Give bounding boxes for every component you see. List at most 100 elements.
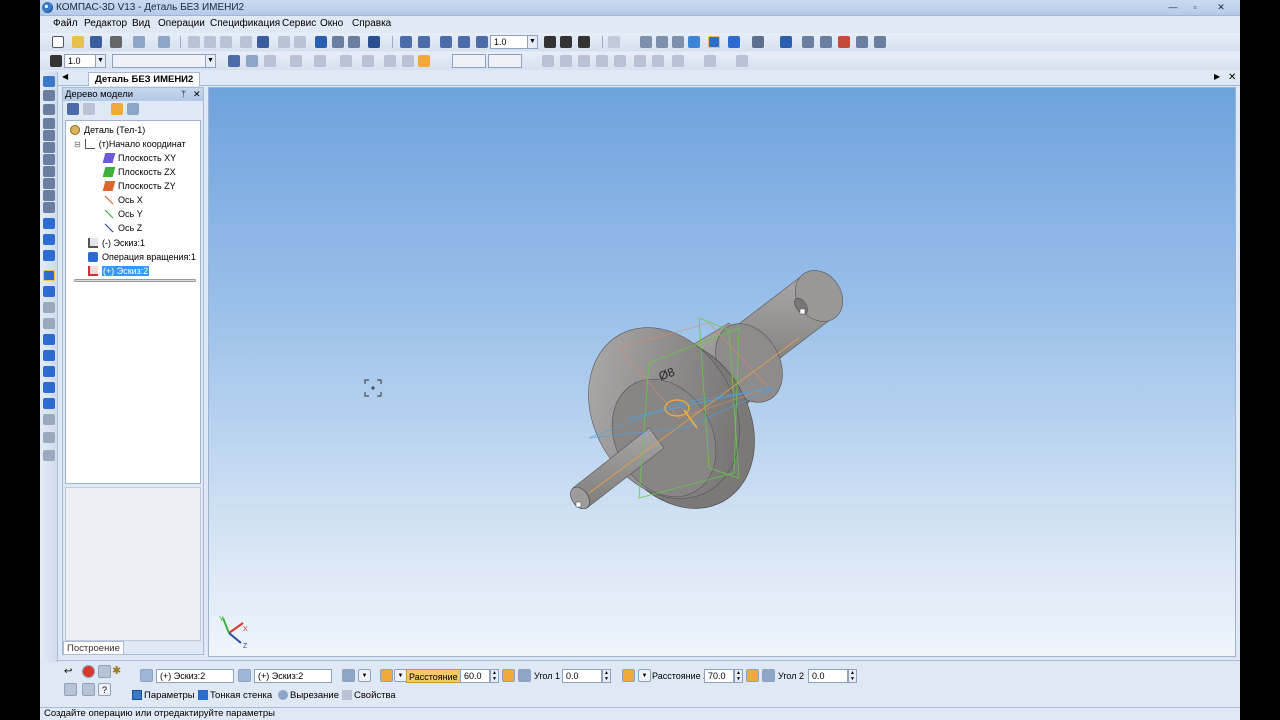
stop-icon[interactable] (82, 665, 95, 678)
redo-icon[interactable] (294, 36, 306, 48)
fix-icon[interactable] (402, 55, 414, 67)
angle2-icon[interactable] (762, 669, 775, 682)
zoom-combo[interactable]: 1.0 ▼ (490, 35, 538, 49)
maximize-button[interactable]: ▫ (1186, 1, 1204, 13)
text-tool-icon[interactable] (736, 55, 748, 67)
menu-service[interactable]: Сервис (282, 18, 316, 29)
minimize-button[interactable]: — (1164, 1, 1182, 13)
cut-icon[interactable] (188, 36, 200, 48)
grid-snap-icon[interactable] (314, 55, 326, 67)
hidden-lines-icon[interactable] (656, 36, 668, 48)
extrude-icon[interactable] (43, 218, 55, 229)
tree-node-plane-zy[interactable]: Плоскость ZY (102, 180, 176, 192)
properties-icon[interactable] (257, 36, 269, 48)
cut-revolve-icon[interactable] (43, 302, 55, 313)
preview-mode-icon[interactable] (64, 683, 77, 696)
spatial-curves-icon[interactable] (43, 90, 55, 101)
slope-icon[interactable] (43, 414, 55, 425)
zoom-in-icon[interactable] (418, 36, 430, 48)
snap-icon[interactable] (264, 55, 276, 67)
halftone-icon[interactable] (688, 36, 700, 48)
spline-tool-icon[interactable] (596, 55, 608, 67)
angle2-input[interactable]: 0.0 (808, 669, 848, 683)
dimension-icon[interactable] (608, 36, 620, 48)
split-icon[interactable] (43, 432, 55, 443)
surfaces-icon[interactable] (43, 104, 55, 115)
close-panel-icon[interactable]: ✕ (193, 88, 201, 101)
direction-dropdown-icon[interactable]: ▼ (358, 669, 371, 682)
editing-icon[interactable] (43, 76, 55, 87)
menu-operations[interactable]: Операции (158, 18, 205, 29)
direction-icon[interactable] (342, 669, 355, 682)
method2-icon[interactable] (622, 669, 635, 682)
tree-node-origin[interactable]: ⊟ (т)Начало координат (74, 138, 186, 150)
menu-edit[interactable]: Редактор (84, 18, 127, 29)
step-cursor-icon[interactable] (50, 55, 62, 67)
rotate-icon[interactable] (560, 36, 572, 48)
fillet-icon[interactable] (43, 334, 55, 345)
sheet-metal-icon[interactable] (43, 142, 55, 153)
tabs-scroll-left-icon[interactable]: ◀ (62, 72, 68, 81)
tree-node-plane-xy[interactable]: Плоскость XY (102, 152, 176, 164)
manager-icon[interactable] (315, 36, 327, 48)
shell-icon[interactable] (43, 398, 55, 409)
offset-tool-icon[interactable] (614, 55, 626, 67)
print-icon[interactable] (110, 36, 122, 48)
rib-icon[interactable] (43, 382, 55, 393)
loft-icon[interactable] (43, 270, 55, 281)
coordinates-icon[interactable] (418, 55, 430, 67)
revolve-icon[interactable] (43, 234, 55, 245)
tree-scrollbar[interactable] (74, 279, 196, 282)
point-tool-icon[interactable] (578, 55, 590, 67)
menu-view[interactable]: Вид (132, 18, 150, 29)
constraint-icon[interactable] (362, 55, 374, 67)
menu-window[interactable]: Окно (320, 18, 343, 29)
sketch1-select-icon[interactable] (140, 669, 153, 682)
filters-icon[interactable] (43, 178, 55, 189)
tree-node-axis-x[interactable]: Ось X (104, 194, 143, 206)
filter-icon[interactable] (752, 36, 764, 48)
tree-node-plane-zx[interactable]: Плоскость ZX (102, 166, 176, 178)
tab-document[interactable]: Деталь БЕЗ ИМЕНИ2 (88, 72, 201, 86)
tree-structure-icon[interactable] (83, 103, 95, 115)
zoom-out-icon[interactable] (440, 36, 452, 48)
snapshot-icon[interactable] (82, 683, 95, 696)
plane-icon[interactable] (290, 55, 302, 67)
orientation-icon[interactable] (578, 36, 590, 48)
sketch-tools-icon[interactable] (43, 154, 55, 165)
variables-icon[interactable] (332, 36, 344, 48)
library-icon[interactable] (158, 36, 170, 48)
pan-icon[interactable] (544, 36, 556, 48)
tree-order-icon[interactable] (67, 103, 79, 115)
zoom-frame-icon[interactable] (400, 36, 412, 48)
layer-combo[interactable]: ▼ (112, 54, 216, 68)
distance2-lock-icon[interactable] (746, 669, 759, 682)
sketch1-field[interactable]: (+) Эскиз:2 (156, 669, 234, 683)
menu-specification[interactable]: Спецификация (210, 18, 280, 29)
chamfer-icon[interactable] (43, 350, 55, 361)
tree-node-sketch2[interactable]: (+) Эскиз:2 (88, 265, 150, 277)
tree-node-sketch1[interactable]: (-) Эскиз:1 (88, 237, 145, 249)
trim-tool-icon[interactable] (634, 55, 646, 67)
distance2-spinner[interactable]: ▲ ▼ (734, 669, 743, 683)
specification-icon[interactable] (43, 190, 55, 201)
preview-icon[interactable] (133, 36, 145, 48)
close-document-icon[interactable]: ✕ (1228, 72, 1236, 83)
thin-lines-icon[interactable] (672, 36, 684, 48)
angle2-spinner[interactable]: ▲ ▼ (848, 669, 857, 683)
array-tool-icon[interactable] (672, 55, 684, 67)
tree-filter-icon[interactable] (111, 103, 123, 115)
measure-tools-icon[interactable] (43, 166, 55, 177)
check-icon[interactable] (874, 36, 886, 48)
angle1-input[interactable]: 0.0 (562, 669, 602, 683)
zoom-scale-icon[interactable] (476, 36, 488, 48)
mirror-tool-icon[interactable] (652, 55, 664, 67)
arrow-left-icon[interactable]: ↩ (64, 665, 77, 678)
layers-icon[interactable] (820, 36, 832, 48)
create-object-icon[interactable] (98, 665, 111, 678)
sketch2-select-icon[interactable] (238, 669, 251, 682)
distance2-input[interactable]: 70.0 (704, 669, 734, 683)
help-cursor-icon[interactable] (368, 36, 380, 48)
tree-node-axis-z[interactable]: Ось Z (104, 222, 142, 234)
pin-icon[interactable]: ᛘ (181, 88, 186, 101)
